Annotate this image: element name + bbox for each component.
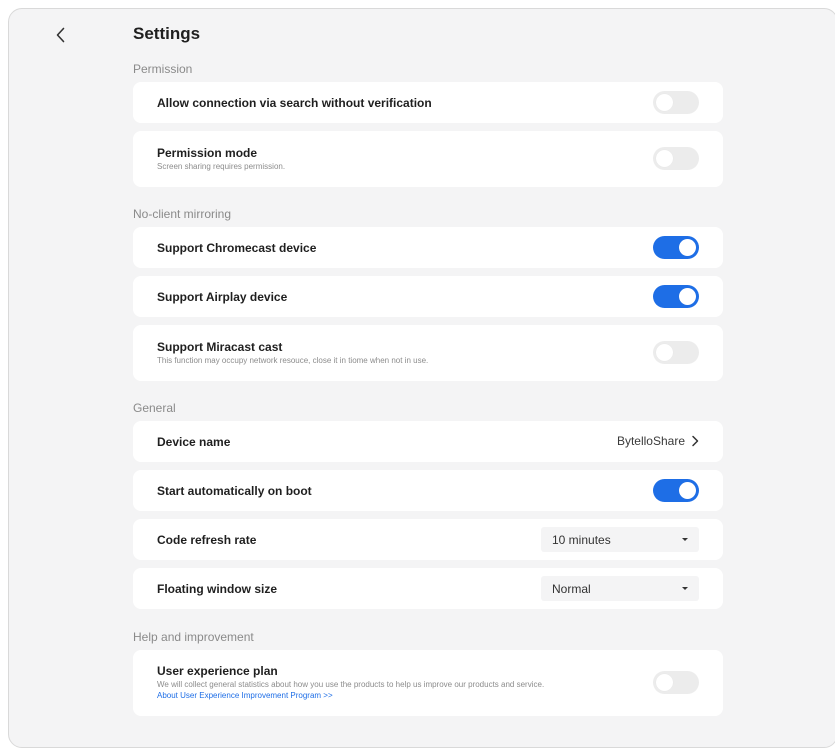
settings-window: Settings Permission Allow connection via…: [8, 8, 835, 748]
auto-start-toggle[interactable]: [653, 479, 699, 502]
chromecast-title: Support Chromecast device: [157, 241, 317, 255]
card-chromecast: Support Chromecast device: [133, 227, 723, 268]
card-auto-start: Start automatically on boot: [133, 470, 723, 511]
ux-plan-title: User experience plan: [157, 664, 278, 678]
section-label-general: General: [133, 401, 176, 415]
card-permission-mode: Permission mode Screen sharing requires …: [133, 131, 723, 187]
card-code-refresh: Code refresh rate 10 minutes: [133, 519, 723, 560]
section-label-mirroring: No-client mirroring: [133, 207, 232, 221]
back-button[interactable]: [49, 23, 73, 47]
permission-mode-toggle[interactable]: [653, 147, 699, 170]
card-device-name[interactable]: Device name BytelloShare: [133, 421, 723, 462]
toggle-knob: [656, 150, 673, 167]
miracast-title: Support Miracast cast: [157, 340, 283, 354]
chevron-right-icon: [692, 435, 699, 447]
miracast-description: This function may occupy network resouce…: [157, 356, 429, 365]
floating-window-select[interactable]: Normal: [541, 576, 699, 601]
search-connection-title: Allow connection via search without veri…: [157, 96, 432, 110]
code-refresh-select[interactable]: 10 minutes: [541, 527, 699, 552]
device-name-value-link[interactable]: BytelloShare: [617, 434, 699, 448]
airplay-title: Support Airplay device: [157, 290, 288, 304]
card-ux-plan: User experience plan We will collect gen…: [133, 650, 723, 716]
miracast-toggle[interactable]: [653, 341, 699, 364]
toggle-knob: [679, 288, 696, 305]
ux-plan-description: We will collect general statistics about…: [157, 680, 545, 689]
caret-down-icon: [682, 538, 688, 541]
card-floating-window: Floating window size Normal: [133, 568, 723, 609]
code-refresh-title: Code refresh rate: [157, 533, 257, 547]
card-airplay: Support Airplay device: [133, 276, 723, 317]
search-connection-toggle[interactable]: [653, 91, 699, 114]
auto-start-title: Start automatically on boot: [157, 484, 312, 498]
toggle-knob: [679, 239, 696, 256]
permission-mode-title: Permission mode: [157, 146, 258, 160]
code-refresh-value: 10 minutes: [552, 533, 611, 547]
ux-plan-link[interactable]: About User Experience Improvement Progra…: [157, 691, 333, 700]
page-title: Settings: [133, 24, 201, 43]
caret-down-icon: [682, 587, 688, 590]
section-label-permission: Permission: [133, 62, 193, 76]
airplay-toggle[interactable]: [653, 285, 699, 308]
toggle-knob: [656, 94, 673, 111]
permission-mode-description: Screen sharing requires permission.: [157, 162, 286, 171]
chromecast-toggle[interactable]: [653, 236, 699, 259]
floating-window-title: Floating window size: [157, 582, 277, 596]
card-miracast: Support Miracast cast This function may …: [133, 325, 723, 381]
chevron-left-icon: [56, 27, 65, 43]
toggle-knob: [679, 482, 696, 499]
ux-plan-toggle[interactable]: [653, 671, 699, 694]
section-label-help: Help and improvement: [133, 630, 254, 644]
card-search-connection: Allow connection via search without veri…: [133, 82, 723, 123]
toggle-knob: [656, 674, 673, 691]
device-name-value: BytelloShare: [616, 434, 685, 448]
toggle-knob: [656, 344, 673, 361]
floating-window-value: Normal: [552, 582, 591, 596]
device-name-title: Device name: [157, 435, 231, 449]
